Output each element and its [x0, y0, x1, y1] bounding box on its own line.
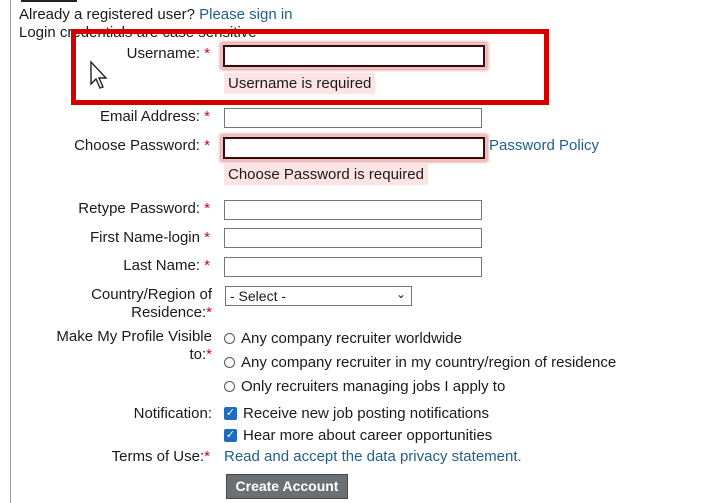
required-marker: * — [204, 257, 210, 274]
mouse-pointer-icon — [90, 60, 108, 89]
registered-user-line: Already a registered user? Please sign i… — [19, 6, 293, 23]
email-label: Email Address: * — [99, 108, 210, 125]
top-rule — [21, 0, 77, 2]
required-marker: * — [204, 200, 210, 217]
create-account-button[interactable]: Create Account — [226, 474, 348, 499]
left-border — [10, 0, 11, 503]
radio-button[interactable] — [224, 333, 235, 344]
retype-password-input[interactable] — [224, 200, 482, 220]
chevron-down-icon: ⌄ — [395, 287, 406, 301]
first-name-input[interactable] — [224, 228, 482, 248]
required-marker: * — [206, 304, 212, 321]
username-error: Username is required — [224, 73, 376, 94]
last-name-input[interactable] — [224, 257, 482, 277]
checkmark-icon[interactable]: ✓ — [224, 407, 237, 420]
terms-label: Terms of Use:* — [111, 448, 210, 465]
country-label: Country/Region of Residence:* — [91, 286, 212, 321]
password-label: Choose Password: * — [74, 137, 210, 154]
required-marker: * — [204, 448, 210, 465]
profile-visibility-label: Make My Profile Visible to:* — [56, 328, 212, 363]
notification-option-job-postings[interactable]: ✓ Receive new job posting notifications — [224, 405, 489, 422]
first-name-label: First Name-login * — [89, 229, 210, 246]
required-marker: * — [204, 45, 210, 62]
visibility-option-worldwide[interactable]: Any company recruiter worldwide — [224, 330, 462, 347]
password-error: Choose Password is required — [224, 164, 428, 185]
last-name-label: Last Name: * — [123, 257, 210, 274]
required-marker: * — [206, 346, 212, 363]
radio-button[interactable] — [224, 381, 235, 392]
notification-label: Notification: — [133, 405, 212, 422]
retype-password-label: Retype Password: * — [78, 200, 210, 217]
required-marker: * — [204, 137, 210, 154]
privacy-statement-link[interactable]: Read and accept the data privacy stateme… — [224, 448, 522, 465]
username-input[interactable] — [223, 45, 485, 67]
radio-button[interactable] — [224, 357, 235, 368]
password-policy-link[interactable]: Password Policy — [489, 137, 599, 154]
sign-in-link[interactable]: Please sign in — [199, 6, 292, 23]
checkmark-icon[interactable]: ✓ — [224, 429, 237, 442]
visibility-option-my-jobs[interactable]: Only recruiters managing jobs I apply to — [224, 378, 505, 395]
country-select[interactable]: - Select - ⌄ — [225, 286, 412, 306]
required-marker: * — [204, 229, 210, 246]
visibility-option-country[interactable]: Any company recruiter in my country/regi… — [224, 354, 616, 371]
required-marker: * — [204, 108, 210, 125]
already-registered-text: Already a registered user? — [19, 6, 195, 23]
notification-option-career[interactable]: ✓ Hear more about career opportunities — [224, 427, 492, 444]
password-input[interactable] — [223, 137, 485, 159]
username-label: Username: * — [126, 45, 210, 62]
email-input[interactable] — [224, 108, 482, 128]
